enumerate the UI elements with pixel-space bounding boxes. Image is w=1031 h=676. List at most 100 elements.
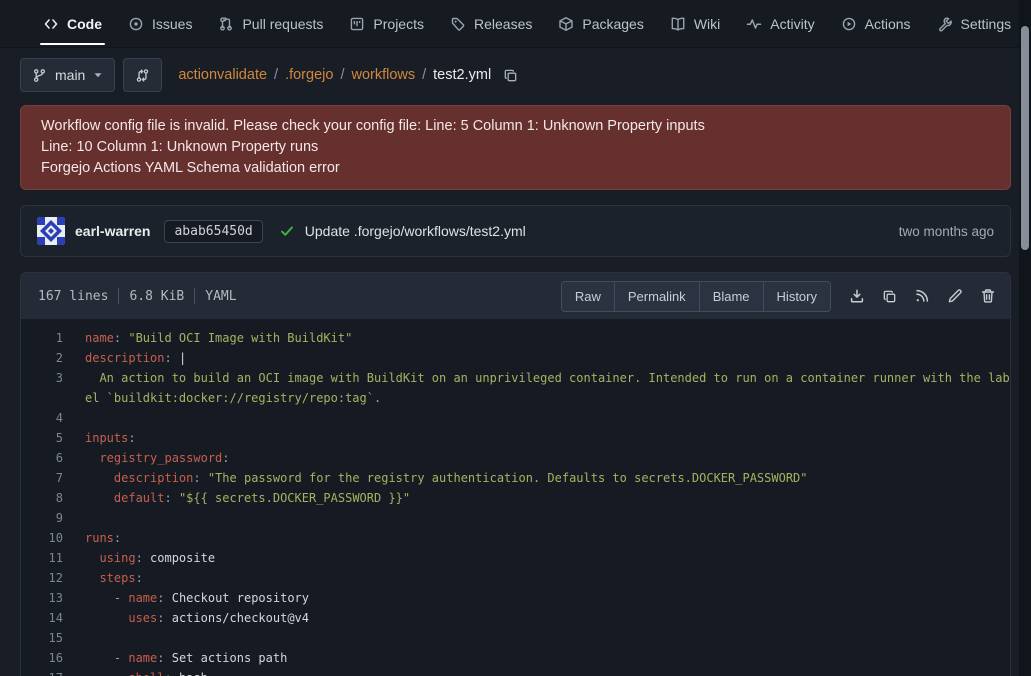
line-content: - name: Set actions path [85,648,1010,668]
compare-button[interactable] [123,58,162,92]
tab-settings[interactable]: Settings [924,0,1025,47]
line-number[interactable]: 16 [21,648,63,668]
line-number[interactable]: 4 [21,408,63,428]
line-content: using: composite [85,548,1010,568]
repo-tabs: Code Issues Pull requestsProjectsReleasesP… [30,0,924,47]
permalink-button[interactable]: Permalink [614,282,699,311]
pulse-icon [746,16,762,32]
commit-message[interactable]: Update .forgejo/workflows/test2.yml [305,223,526,239]
breadcrumb-segment-test2-yml: test2.yml [433,67,491,83]
code-line: 12 steps: [21,568,1010,588]
tab-releases[interactable]: Releases [437,0,545,47]
breadcrumb-segment--forgejo[interactable]: .forgejo [285,67,333,83]
line-number[interactable]: 1 [21,328,63,348]
copy-icon[interactable] [878,285,901,308]
line-content: runs: [85,528,1010,548]
history-button[interactable]: History [763,282,830,311]
file-line-count: 167 lines [38,289,108,304]
tab-wiki[interactable]: Wiki [657,0,733,47]
breadcrumb-segment-workflows[interactable]: workflows [351,67,415,83]
code-line: 17 shell: bash [21,668,1010,676]
code-viewer: 1name: "Build OCI Image with BuildKit"2d… [21,319,1010,676]
repo-tab-bar: Code Issues Pull requestsProjectsReleasesP… [0,0,1031,48]
code-line: 8 default: "${{ secrets.DOCKER_PASSWORD … [21,488,1010,508]
line-number[interactable]: 8 [21,488,63,508]
line-number[interactable]: 13 [21,588,63,608]
project-icon [349,16,365,32]
branch-name: main [55,67,85,83]
commit-status-check-icon[interactable] [279,223,295,239]
line-content [85,508,1010,528]
tab-projects[interactable]: Projects [336,0,437,47]
line-content: An action to build an OCI image with Bui… [85,368,1010,408]
rss-icon[interactable] [910,284,934,308]
avatar[interactable] [37,217,65,245]
commit-sha[interactable]: abab65450d [164,220,262,243]
tab-label: Code [67,16,102,32]
tab-packages[interactable]: Packages [545,0,656,47]
tab-activity[interactable]: Activity [733,0,827,47]
line-number[interactable]: 5 [21,428,63,448]
breadcrumb-segment-actionvalidate[interactable]: actionvalidate [178,67,267,83]
copy-path-icon[interactable] [503,68,518,83]
tab-label: Issues [152,16,192,32]
workflow-error-banner: Workflow config file is invalid. Please … [20,105,1011,190]
tab-pull-requests[interactable]: Pull requests [205,0,336,47]
tab-issues[interactable]: Issues [115,0,205,47]
code-line: 16 - name: Set actions path [21,648,1010,668]
line-number[interactable]: 2 [21,348,63,368]
commit-author[interactable]: earl-warren [75,223,150,239]
error-line: Workflow config file is invalid. Please … [41,116,990,137]
line-number[interactable]: 11 [21,548,63,568]
tag-icon [450,16,466,32]
line-number[interactable]: 6 [21,448,63,468]
line-number[interactable]: 15 [21,628,63,648]
tab-code[interactable]: Code [30,0,115,47]
breadcrumb-separator: / [422,67,426,83]
file-view: 167 lines 6.8 KiB YAML RawPermalinkBlame… [20,272,1011,676]
chevron-down-icon [93,70,103,80]
code-icon [43,16,59,32]
line-number[interactable]: 7 [21,468,63,488]
line-content: description: "The password for the regis… [85,468,1010,488]
line-number[interactable]: 17 [21,668,63,676]
file-language: YAML [205,289,236,304]
error-line: Forgejo Actions YAML Schema validation e… [41,158,990,179]
tab-settings-label: Settings [961,16,1012,32]
line-content [85,408,1010,428]
delete-icon[interactable] [976,284,1000,308]
code-line: 13 - name: Checkout repository [21,588,1010,608]
file-header: 167 lines 6.8 KiB YAML RawPermalinkBlame… [21,273,1010,319]
code-line: 3 An action to build an OCI image with B… [21,368,1010,408]
book-icon [670,16,686,32]
divider [118,288,119,304]
code-line: 5 inputs: [21,428,1010,448]
tab-label: Actions [865,16,911,32]
play-circle-icon [841,16,857,32]
file-actions: RawPermalinkBlameHistory [561,281,1000,312]
blame-button[interactable]: Blame [699,282,763,311]
line-content: inputs: [85,428,1010,448]
download-icon[interactable] [845,284,869,308]
line-number[interactable]: 10 [21,528,63,548]
line-content: registry_password: [85,448,1010,468]
line-number[interactable]: 14 [21,608,63,628]
scrollbar-thumb[interactable] [1021,26,1029,250]
line-content: default: "${{ secrets.DOCKER_PASSWORD }}… [85,488,1010,508]
file-icon-buttons [845,284,1000,308]
line-content: uses: actions/checkout@v4 [85,608,1010,628]
edit-icon[interactable] [943,284,967,308]
line-number[interactable]: 3 [21,368,63,388]
scrollbar-track[interactable] [1019,0,1031,676]
line-number[interactable]: 9 [21,508,63,528]
tab-actions[interactable]: Actions [828,0,924,47]
code-line: 14 uses: actions/checkout@v4 [21,608,1010,628]
issue-icon [128,16,144,32]
latest-commit-bar: earl-warren abab65450d Update .forgejo/w… [20,205,1011,257]
branch-selector-button[interactable]: main [20,58,115,92]
error-line: Line: 10 Column 1: Unknown Property runs [41,137,990,158]
package-icon [558,16,574,32]
raw-button[interactable]: Raw [562,282,614,311]
line-number[interactable]: 12 [21,568,63,588]
tab-label: Wiki [694,16,720,32]
